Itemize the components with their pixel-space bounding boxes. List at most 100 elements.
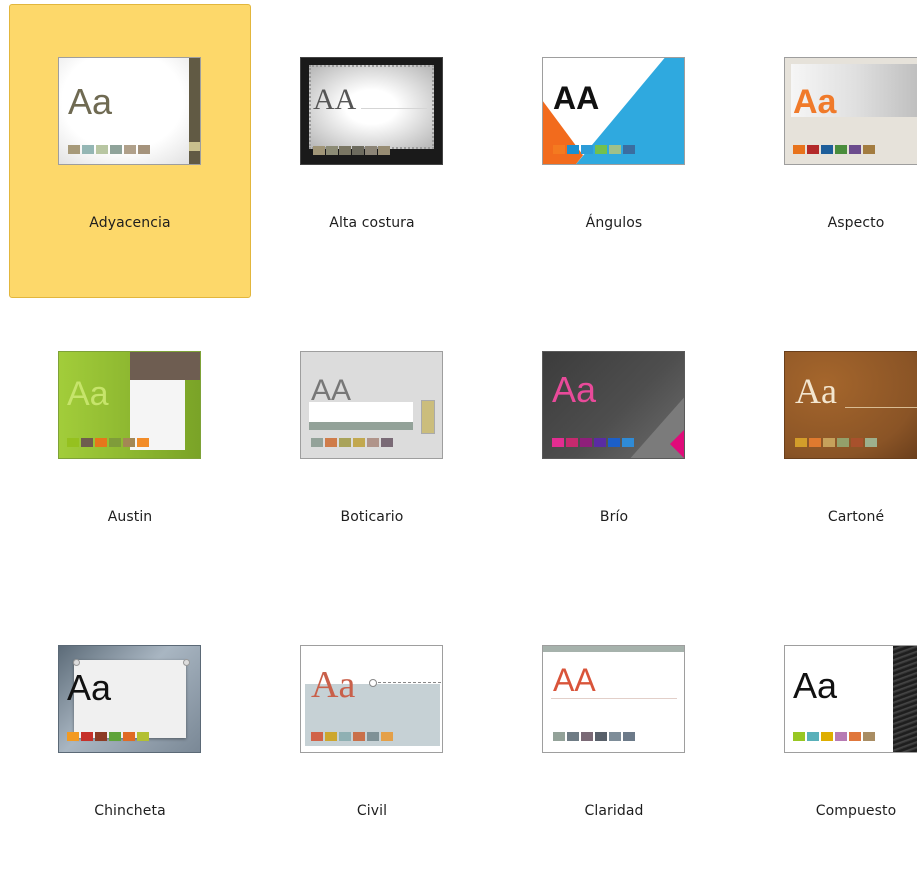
color-swatch [622,438,634,447]
color-swatch [609,145,621,154]
theme-thumbnail-aspecto: Aa [784,57,917,165]
color-swatch [67,438,79,447]
color-swatch [552,438,564,447]
color-swatch [365,146,377,155]
theme-thumbnail-civil: Aa [300,645,443,753]
theme-label-chincheta: Chincheta [94,803,166,819]
color-swatch [95,438,107,447]
theme-sample-text: Aa [311,664,356,706]
color-swatch [381,732,393,741]
color-swatch [553,145,565,154]
theme-label-boticario: Boticario [340,509,404,525]
color-swatch [567,732,579,741]
color-swatch [123,438,135,447]
color-swatch [352,146,364,155]
color-swatch [311,732,323,741]
color-swatch [353,438,365,447]
theme-thumbnail-austin: Aa [58,351,201,459]
color-swatch [567,145,579,154]
color-swatches [553,145,635,154]
color-swatch [313,146,325,155]
color-swatches [793,145,875,154]
theme-sample-text: AA [311,374,352,407]
color-swatch [863,732,875,741]
color-swatches [68,145,150,154]
color-swatches [795,438,877,447]
theme-label-aspecto: Aspecto [827,215,885,231]
theme-label-civil: Civil [356,803,388,819]
theme-sample-text: Aa [793,83,837,121]
theme-sample-text: Aa [67,375,109,413]
theme-thumbnail-cartone: Aa [784,351,917,459]
color-swatch [326,146,338,155]
theme-sample-text: Aa [795,371,837,411]
color-swatch [339,732,351,741]
color-swatch [137,732,149,741]
color-swatch [580,438,592,447]
theme-thumbnail-angulos: AA [542,57,685,165]
color-swatch [865,438,877,447]
color-swatch [849,145,861,154]
color-swatches [67,438,149,447]
color-swatch [835,732,847,741]
color-swatch [123,732,135,741]
theme-sample-text: Aa [68,81,113,122]
theme-label-angulos: Ángulos [585,215,643,231]
color-swatch [124,145,136,154]
color-swatch [608,438,620,447]
theme-thumbnail-compuesto: Aa [784,645,917,753]
theme-thumbnail-boticario: AA [300,351,443,459]
color-swatches [67,732,149,741]
theme-label-cartone: Cartoné [827,509,885,525]
color-swatch [581,732,593,741]
color-swatch [81,732,93,741]
color-swatch [835,145,847,154]
theme-label-alta-costura: Alta costura [329,215,415,231]
color-swatch [793,145,805,154]
color-swatch [809,438,821,447]
color-swatch [609,732,621,741]
theme-sample-text: Aa [552,369,597,410]
color-swatch [353,732,365,741]
color-swatch [109,732,121,741]
theme-thumbnail-chincheta: Aa [58,645,201,753]
color-swatch [623,145,635,154]
color-swatch [863,145,875,154]
color-swatch [96,145,108,154]
color-swatch [807,145,819,154]
color-swatch [325,732,337,741]
color-swatch [821,732,833,741]
color-swatch [553,732,565,741]
theme-label-compuesto: Compuesto [815,803,897,819]
color-swatch [595,145,607,154]
color-swatch [851,438,863,447]
color-swatches [553,732,635,741]
theme-sample-text: AA [313,83,357,116]
color-swatch [595,732,607,741]
color-swatch [849,732,861,741]
color-swatch [823,438,835,447]
theme-thumbnail-adyacencia: Aa [58,57,201,165]
color-swatch [795,438,807,447]
color-swatch [594,438,606,447]
color-swatch [566,438,578,447]
color-swatch [821,145,833,154]
color-swatches [552,438,634,447]
theme-thumbnail-alta-costura: AA [300,57,443,165]
theme-sample-text: Aa [67,667,112,708]
color-swatch [137,438,149,447]
color-swatch [339,146,351,155]
color-swatch [623,732,635,741]
color-swatch [793,732,805,741]
color-swatch [381,438,393,447]
color-swatch [110,145,122,154]
theme-thumbnail-brio: Aa [542,351,685,459]
color-swatch [82,145,94,154]
theme-sample-text: Aa [793,665,838,706]
theme-sample-text: AA [553,80,600,116]
color-swatch [367,438,379,447]
theme-label-brio: Brío [599,509,629,525]
color-swatch [581,145,593,154]
theme-label-claridad: Claridad [584,803,644,819]
color-swatch [81,438,93,447]
